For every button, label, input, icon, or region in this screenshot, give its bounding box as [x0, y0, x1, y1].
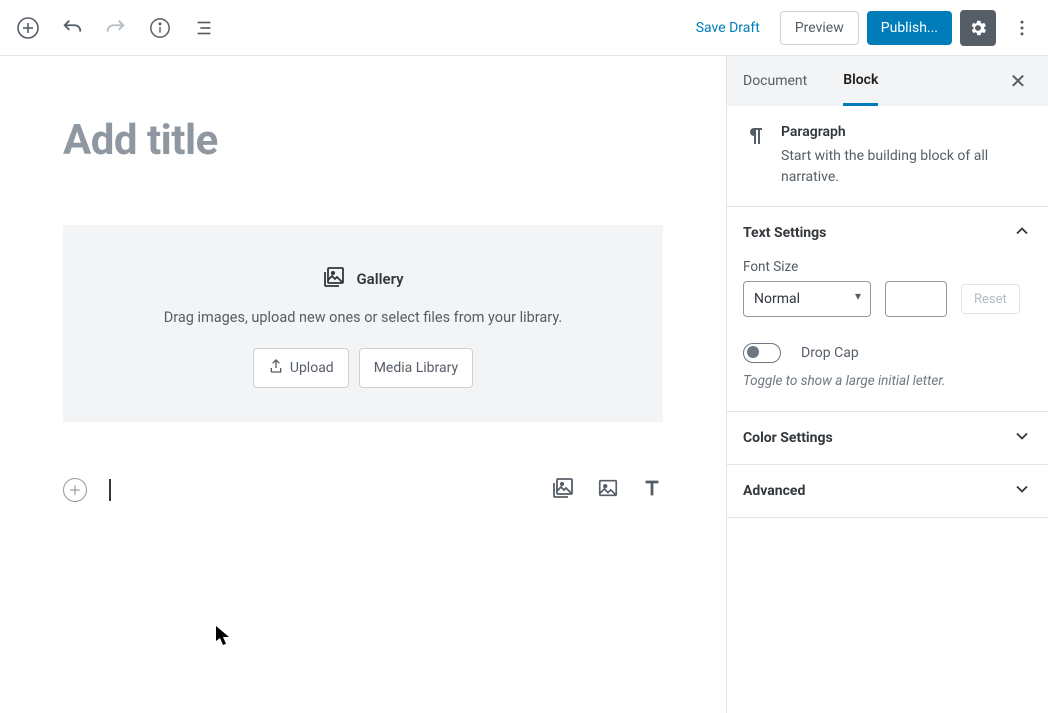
- save-draft-button[interactable]: Save Draft: [684, 12, 772, 44]
- font-size-select[interactable]: Normal: [743, 281, 871, 317]
- font-size-custom-input[interactable]: [885, 281, 947, 317]
- add-block-icon[interactable]: [8, 8, 48, 48]
- main-area: Gallery Drag images, upload new ones or …: [0, 56, 1048, 713]
- sidebar-tabs: Document Block ✕: [727, 56, 1048, 106]
- upload-button-label: Upload: [290, 360, 334, 376]
- redo-icon[interactable]: [96, 8, 136, 48]
- insert-block-icon[interactable]: [63, 478, 87, 502]
- text-settings-body: Font Size Normal Reset Drop Cap Toggle t…: [727, 259, 1048, 412]
- toolbar-right: Save Draft Preview Publish...: [684, 10, 1040, 46]
- gallery-description: Drag images, upload new ones or select f…: [83, 309, 643, 326]
- gallery-block-placeholder[interactable]: Gallery Drag images, upload new ones or …: [63, 225, 663, 422]
- block-type-title: Paragraph: [781, 124, 1032, 140]
- drop-cap-toggle[interactable]: [743, 343, 781, 363]
- undo-icon[interactable]: [52, 8, 92, 48]
- text-caret[interactable]: [109, 479, 111, 501]
- gallery-header: Gallery: [83, 265, 643, 293]
- more-options-icon[interactable]: [1004, 10, 1040, 46]
- color-settings-header[interactable]: Color Settings: [727, 412, 1048, 465]
- block-shortcuts: [551, 476, 663, 504]
- gallery-label: Gallery: [356, 270, 403, 288]
- text-settings-header[interactable]: Text Settings: [727, 207, 1048, 259]
- color-settings-title: Color Settings: [743, 430, 833, 446]
- media-library-button[interactable]: Media Library: [359, 348, 473, 388]
- chevron-down-icon: [1012, 426, 1032, 450]
- block-description-panel: Paragraph Start with the building block …: [727, 106, 1048, 207]
- gallery-shortcut-icon[interactable]: [551, 476, 575, 504]
- text-settings-title: Text Settings: [743, 225, 826, 241]
- chevron-down-icon: [1012, 479, 1032, 503]
- tab-block[interactable]: Block: [843, 56, 878, 106]
- advanced-header[interactable]: Advanced: [727, 465, 1048, 518]
- heading-shortcut-icon[interactable]: [641, 476, 663, 504]
- publish-button[interactable]: Publish...: [867, 11, 952, 45]
- upload-icon: [268, 358, 284, 378]
- preview-button[interactable]: Preview: [780, 11, 859, 45]
- info-icon[interactable]: [140, 8, 180, 48]
- top-toolbar: Save Draft Preview Publish...: [0, 0, 1048, 56]
- settings-icon[interactable]: [960, 10, 996, 46]
- tab-document[interactable]: Document: [743, 56, 807, 106]
- block-type-description: Start with the building block of all nar…: [781, 146, 1032, 188]
- advanced-title: Advanced: [743, 483, 805, 499]
- reset-button[interactable]: Reset: [961, 284, 1020, 314]
- drop-cap-hint: Toggle to show a large initial letter.: [743, 373, 1032, 389]
- toolbar-left: [8, 8, 224, 48]
- image-shortcut-icon[interactable]: [597, 476, 619, 504]
- paragraph-icon: [743, 124, 767, 188]
- close-sidebar-icon[interactable]: ✕: [1004, 67, 1032, 95]
- editor-canvas: Gallery Drag images, upload new ones or …: [0, 56, 726, 713]
- empty-paragraph-row: [63, 476, 663, 504]
- chevron-up-icon: [1012, 221, 1032, 245]
- settings-sidebar: Document Block ✕ Paragraph Start with th…: [726, 56, 1048, 713]
- drop-cap-label: Drop Cap: [801, 345, 859, 361]
- upload-button[interactable]: Upload: [253, 348, 349, 388]
- post-title-input[interactable]: [63, 116, 663, 165]
- outline-icon[interactable]: [184, 8, 224, 48]
- font-size-label: Font Size: [743, 259, 1032, 275]
- gallery-icon: [322, 265, 346, 293]
